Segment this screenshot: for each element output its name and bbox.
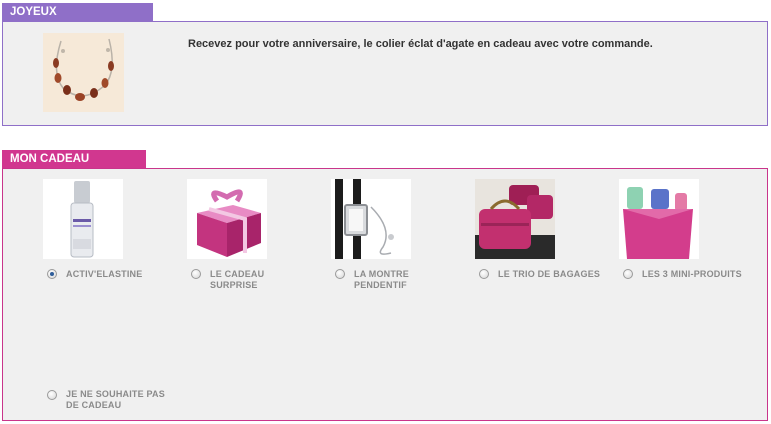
watch-image xyxy=(331,179,411,259)
gift-label-luggage[interactable]: LE TRIO DE BAGAGES xyxy=(498,269,600,280)
gift-panel: ACTIV'ELASTINE LE CADEAU SURPRISE LA MON… xyxy=(2,168,768,421)
gift-radio-no-gift[interactable] xyxy=(47,390,57,400)
gift-radio-watch[interactable] xyxy=(335,269,345,279)
mini-products-image xyxy=(619,179,699,259)
anniversary-tab: JOYEUX ANNIVERSAIRE xyxy=(2,3,153,37)
gift-radio-luggage[interactable] xyxy=(479,269,489,279)
luggage-image xyxy=(475,179,555,259)
gift-label-watch[interactable]: LA MONTRE PENDENTIF xyxy=(354,269,409,291)
gift-radio-mini-products[interactable] xyxy=(623,269,633,279)
agate-necklace-image xyxy=(43,33,124,112)
gift-label-activelastine[interactable]: ACTIV'ELASTINE xyxy=(66,269,142,280)
gift-radio-surprise[interactable] xyxy=(191,269,201,279)
gift-radio-activelastine[interactable] xyxy=(47,269,57,279)
anniversary-panel: Recevez pour votre anniversaire, le coli… xyxy=(2,21,768,126)
anniversary-message: Recevez pour votre anniversaire, le coli… xyxy=(188,38,653,50)
gift-box-image xyxy=(187,179,267,259)
gift-label-mini-products[interactable]: LES 3 MINI-PRODUITS xyxy=(642,269,742,280)
serum-bottle-image xyxy=(43,179,123,259)
gift-label-no-gift[interactable]: JE NE SOUHAITE PAS DE CADEAU xyxy=(66,389,165,411)
gift-tab: MON CADEAU BEAUTÉ xyxy=(2,150,146,184)
gift-label-surprise[interactable]: LE CADEAU SURPRISE xyxy=(210,269,264,291)
